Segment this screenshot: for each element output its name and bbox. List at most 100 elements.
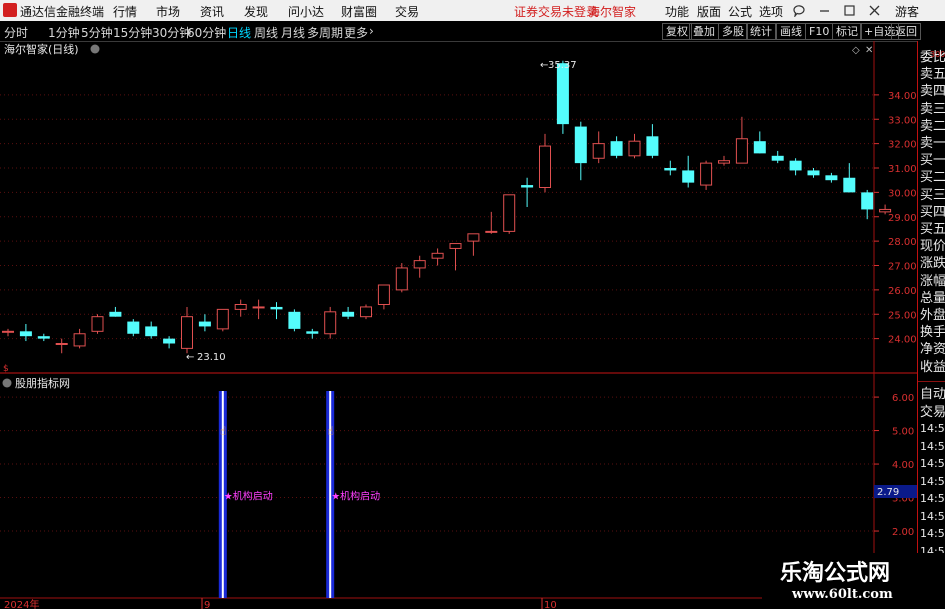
price-tick-label: 29.00 [888,213,917,224]
candle-body-down [574,126,587,164]
candlestick-series [2,60,892,354]
period-daily[interactable]: 日线 [227,24,251,41]
guest-user[interactable]: 游客 [895,3,919,20]
period-5min[interactable]: 5分钟 [81,24,113,41]
price-tick-label: 26.00 [888,286,917,297]
candle-body-down [145,326,158,337]
candle-body-down [521,185,534,188]
menu-trade[interactable]: 交易 [395,3,419,20]
button-statistics[interactable]: 统计 [746,23,776,40]
candle-body-up [377,284,390,305]
period-more[interactable]: 更多 [344,24,368,41]
candle-body-up [735,138,748,164]
button-adjust[interactable]: 复权 [662,23,692,40]
tab-trade[interactable]: 交易 [920,401,945,420]
period-multi[interactable]: 多周期 [307,24,343,41]
candle-body-down [610,141,623,156]
chart-area[interactable]: ☝ ★机构启动 ☝ ★机构启动 34.00 33.00 32.00 31.00 30.00 29… [0,41,917,609]
high-arrow-icon: ← [540,60,548,71]
quote-field-label: 买一 [920,153,945,169]
login-notice[interactable]: 证券交易未登录 [514,3,598,20]
period-15min[interactable]: 15分钟 [113,24,152,41]
candle-body-up [485,230,498,233]
signal-label: ★机构启动 [224,490,273,503]
candle-body-down [861,192,874,210]
low-arrow-icon: ← [186,352,194,363]
quote-field-label: 外盘 [920,308,945,323]
hand-pointer-icon: ☝ [327,425,334,438]
candle-body-down [342,311,355,317]
watermark: 乐淘公式网 www.60lt.com [762,553,945,609]
price-tick-label: 24.00 [888,335,917,346]
candle-body-down [843,177,856,193]
watermark-title: 乐淘公式网 [780,561,891,586]
period-intraday[interactable]: 分时 [4,24,28,41]
tool-layout[interactable]: 版面 [697,3,721,20]
indicator-settings-icon[interactable] [2,378,12,388]
candle-body-up [395,267,408,291]
quote-field-label: 涨幅 [920,273,945,289]
candle-body-down [771,155,784,161]
menu-news[interactable]: 资讯 [200,3,224,20]
date-label-9: 9 [204,600,210,609]
button-overlay[interactable]: 叠加 [689,23,719,40]
watermark-url: www.60lt.com [792,587,893,602]
terminal-window: { "titlebar": { "app_name": "通达信金融终端", "… [0,0,945,609]
period-1min[interactable]: 1分钟 [48,24,80,41]
period-monthly[interactable]: 月线 [281,24,305,41]
candle-body-down [288,311,301,329]
message-icon[interactable] [792,4,806,17]
menu-discover[interactable]: 发现 [244,3,268,20]
menu-market-quotes[interactable]: 行情 [113,3,137,20]
date-label-10: 10 [544,600,557,609]
candle-body-up [700,162,713,186]
price-tick-label: 34.00 [888,91,917,102]
tool-formula[interactable]: 公式 [728,3,752,20]
close-icon[interactable] [868,4,881,17]
tool-function[interactable]: 功能 [665,3,689,20]
candle-body-up [503,194,516,232]
minimize-icon[interactable] [818,4,831,17]
quote-field-label: 卖一 [920,136,945,151]
period-weekly[interactable]: 周线 [254,24,278,41]
price-tick-label: 31.00 [888,164,917,175]
button-mark[interactable]: 标记 [832,23,862,40]
period-60min[interactable]: 60分钟 [187,24,226,41]
button-multi-stock[interactable]: 多股 [718,23,748,40]
signal-label: ★机构启动 [331,490,380,503]
current-stock-name: 海尔智家 [588,5,637,19]
title-bar: 通达信金融终端 行情 市场 资讯 发现 问小达 财富圈 交易 证券交易未登录 海… [0,0,945,22]
menu-market[interactable]: 市场 [156,3,180,20]
current-indicator-value: 2.79 [877,487,899,498]
tool-options[interactable]: 选项 [759,3,783,20]
app-name: 通达信金融终端 [20,5,105,19]
button-f10[interactable]: F10 [805,23,834,40]
period-30min[interactable]: 30分钟 [152,24,191,41]
tick-time: 14:56 [920,474,945,488]
candle-body-up [55,343,68,345]
pane-close-icon[interactable]: ✕ [865,45,873,56]
menu-ask-xiaoda[interactable]: 问小达 [288,3,324,20]
indicator-tick-label: 4.00 [892,460,914,471]
candle-body-up [234,304,247,310]
price-tick-label: 33.00 [888,115,917,126]
date-label-year: 2024年 [4,598,39,609]
price-tick-label: 32.00 [888,140,917,151]
menu-wealth-circle[interactable]: 财富圈 [341,3,377,20]
candle-body-up [324,311,337,335]
button-draw-line[interactable]: 画线 [776,23,806,40]
button-back[interactable]: 返回 [891,23,921,40]
maximize-icon[interactable] [843,4,856,17]
collapse-icon[interactable]: ◇ [852,45,860,56]
quote-field-label: 收益 [920,359,945,375]
candle-body-down [127,321,140,334]
candle-body-down [306,331,319,334]
candle-body-up [718,160,730,164]
tab-auto[interactable]: 自动 [920,383,945,402]
price-tick-label: 25.00 [888,310,917,321]
quote-field-label: 换手 [920,325,945,341]
quote-field-label: 卖五 [920,67,945,83]
high-price-label: 35.37 [548,60,577,71]
quote-field-label: 涨跌 [920,256,945,272]
chart-settings-icon[interactable] [90,44,100,54]
